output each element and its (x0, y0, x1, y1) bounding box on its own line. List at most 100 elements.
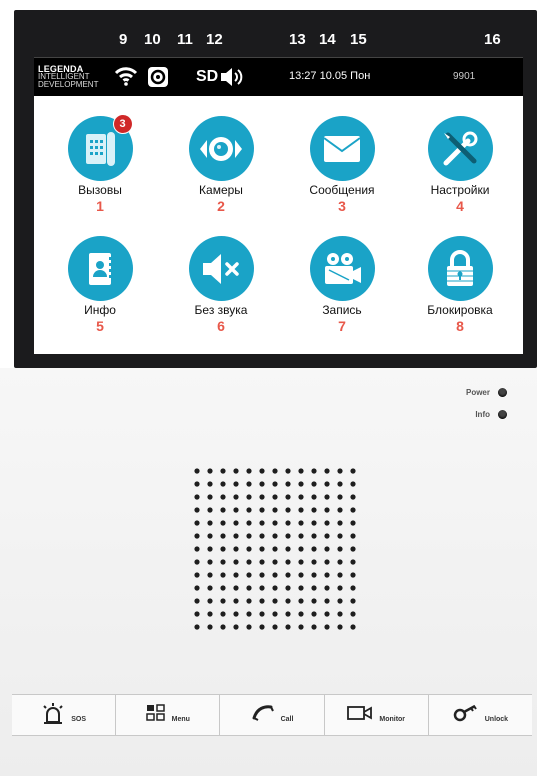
brand-logo: LEGENDA INTELLIGENT DEVELOPMENT (38, 65, 98, 89)
speaker-hole (207, 494, 213, 500)
speaker-hole (324, 468, 330, 474)
sd-card-indicator: SD (196, 68, 219, 85)
info-label: Info (475, 410, 490, 419)
speaker-hole (220, 494, 226, 500)
speaker-hole (194, 533, 200, 539)
speaker-hole (350, 559, 356, 565)
speaker-hole (233, 468, 239, 474)
speaker-hole (259, 559, 265, 565)
unlock-label: Unlock (484, 715, 509, 723)
speaker-hole (272, 468, 278, 474)
sos-button[interactable]: SOS (12, 695, 117, 735)
speaker-hole (350, 624, 356, 630)
tile-label: Без звука (194, 303, 248, 317)
speaker-hole (220, 533, 226, 539)
menu-button[interactable]: Menu (116, 695, 221, 735)
speaker-hole (194, 611, 200, 617)
speaker-hole (285, 494, 291, 500)
speaker-hole (207, 533, 213, 539)
speaker-hole (272, 585, 278, 591)
speaker-hole (194, 494, 200, 500)
speaker-hole (194, 598, 200, 604)
tile-info[interactable]: Инфо 5 (44, 236, 156, 334)
speaker-hole (220, 546, 226, 552)
speaker-hole (298, 468, 304, 474)
speaker-hole (233, 585, 239, 591)
speaker-hole (246, 481, 252, 487)
speaker-hole (233, 611, 239, 617)
speaker-hole (220, 572, 226, 578)
extension-number: 9901 (453, 71, 476, 82)
speaker-hole (337, 494, 343, 500)
speaker-hole (207, 611, 213, 617)
speaker-hole (324, 572, 330, 578)
tile-settings[interactable]: Настройки 4 (404, 116, 516, 214)
callout-16: 16 (484, 31, 501, 48)
speaker-hole (272, 559, 278, 565)
speaker-hole (259, 520, 265, 526)
speaker-hole (337, 572, 343, 578)
tile-calls[interactable]: 3 Вызовы 1 (44, 114, 156, 214)
speaker-hole (298, 572, 304, 578)
speaker-hole (324, 520, 330, 526)
tile-lock[interactable]: Блокировка 8 (404, 236, 516, 334)
speaker-hole (246, 468, 252, 474)
speaker-hole (246, 624, 252, 630)
status-bar: LEGENDA INTELLIGENT DEVELOPMENT SD 13:27… (34, 57, 523, 97)
callout-11: 11 (177, 31, 193, 48)
speaker-hole (350, 507, 356, 513)
speaker-hole (324, 559, 330, 565)
speaker-hole (324, 598, 330, 604)
speaker-hole (324, 494, 330, 500)
speaker-hole (298, 507, 304, 513)
hardware-button-bar: SOS Menu Call Monitor Unlock (12, 694, 532, 736)
envelope-icon (309, 116, 375, 181)
unlock-button[interactable]: Unlock (429, 695, 532, 735)
speaker-hole (207, 507, 213, 513)
alarm-icon (41, 702, 65, 729)
speaker-hole (207, 559, 213, 565)
tile-cameras[interactable]: Камеры 2 (165, 116, 277, 214)
speaker-hole (259, 624, 265, 630)
key-icon (453, 704, 479, 727)
callout-number: 4 (456, 198, 464, 214)
speaker-hole (324, 611, 330, 617)
speaker-hole (311, 546, 317, 552)
speaker-hole (311, 611, 317, 617)
speaker-hole (233, 559, 239, 565)
speaker-hole (350, 611, 356, 617)
tile-record[interactable]: Запись 7 (286, 236, 398, 334)
speaker-hole (207, 598, 213, 604)
speaker-hole (233, 481, 239, 487)
speaker-hole (207, 520, 213, 526)
monitor-button[interactable]: Monitor (325, 695, 429, 735)
speaker-hole (233, 572, 239, 578)
speaker-hole (337, 546, 343, 552)
speaker-hole (207, 481, 213, 487)
speaker-hole (337, 559, 343, 565)
tile-messages[interactable]: Сообщения 3 (286, 116, 398, 214)
call-button[interactable]: Call (220, 695, 325, 735)
power-indicator: Power (466, 388, 507, 398)
speaker-hole (285, 481, 291, 487)
speaker-hole (337, 533, 343, 539)
info-led-icon (498, 410, 507, 420)
speaker-hole (285, 546, 291, 552)
speaker-grille (194, 468, 356, 630)
speaker-hole (350, 494, 356, 500)
speaker-hole (272, 533, 278, 539)
speaker-hole (337, 507, 343, 513)
speaker-hole (220, 481, 226, 487)
speaker-hole (246, 494, 252, 500)
speaker-hole (298, 598, 304, 604)
speaker-hole (233, 494, 239, 500)
tile-label: Запись (322, 303, 362, 317)
speaker-hole (259, 494, 265, 500)
speaker-hole (259, 611, 265, 617)
speaker-hole (311, 559, 317, 565)
speaker-hole (207, 624, 213, 630)
contact-book-icon (67, 236, 133, 301)
speaker-hole (298, 533, 304, 539)
callout-13: 13 (289, 31, 306, 48)
tile-mute[interactable]: Без звука 6 (165, 236, 277, 334)
